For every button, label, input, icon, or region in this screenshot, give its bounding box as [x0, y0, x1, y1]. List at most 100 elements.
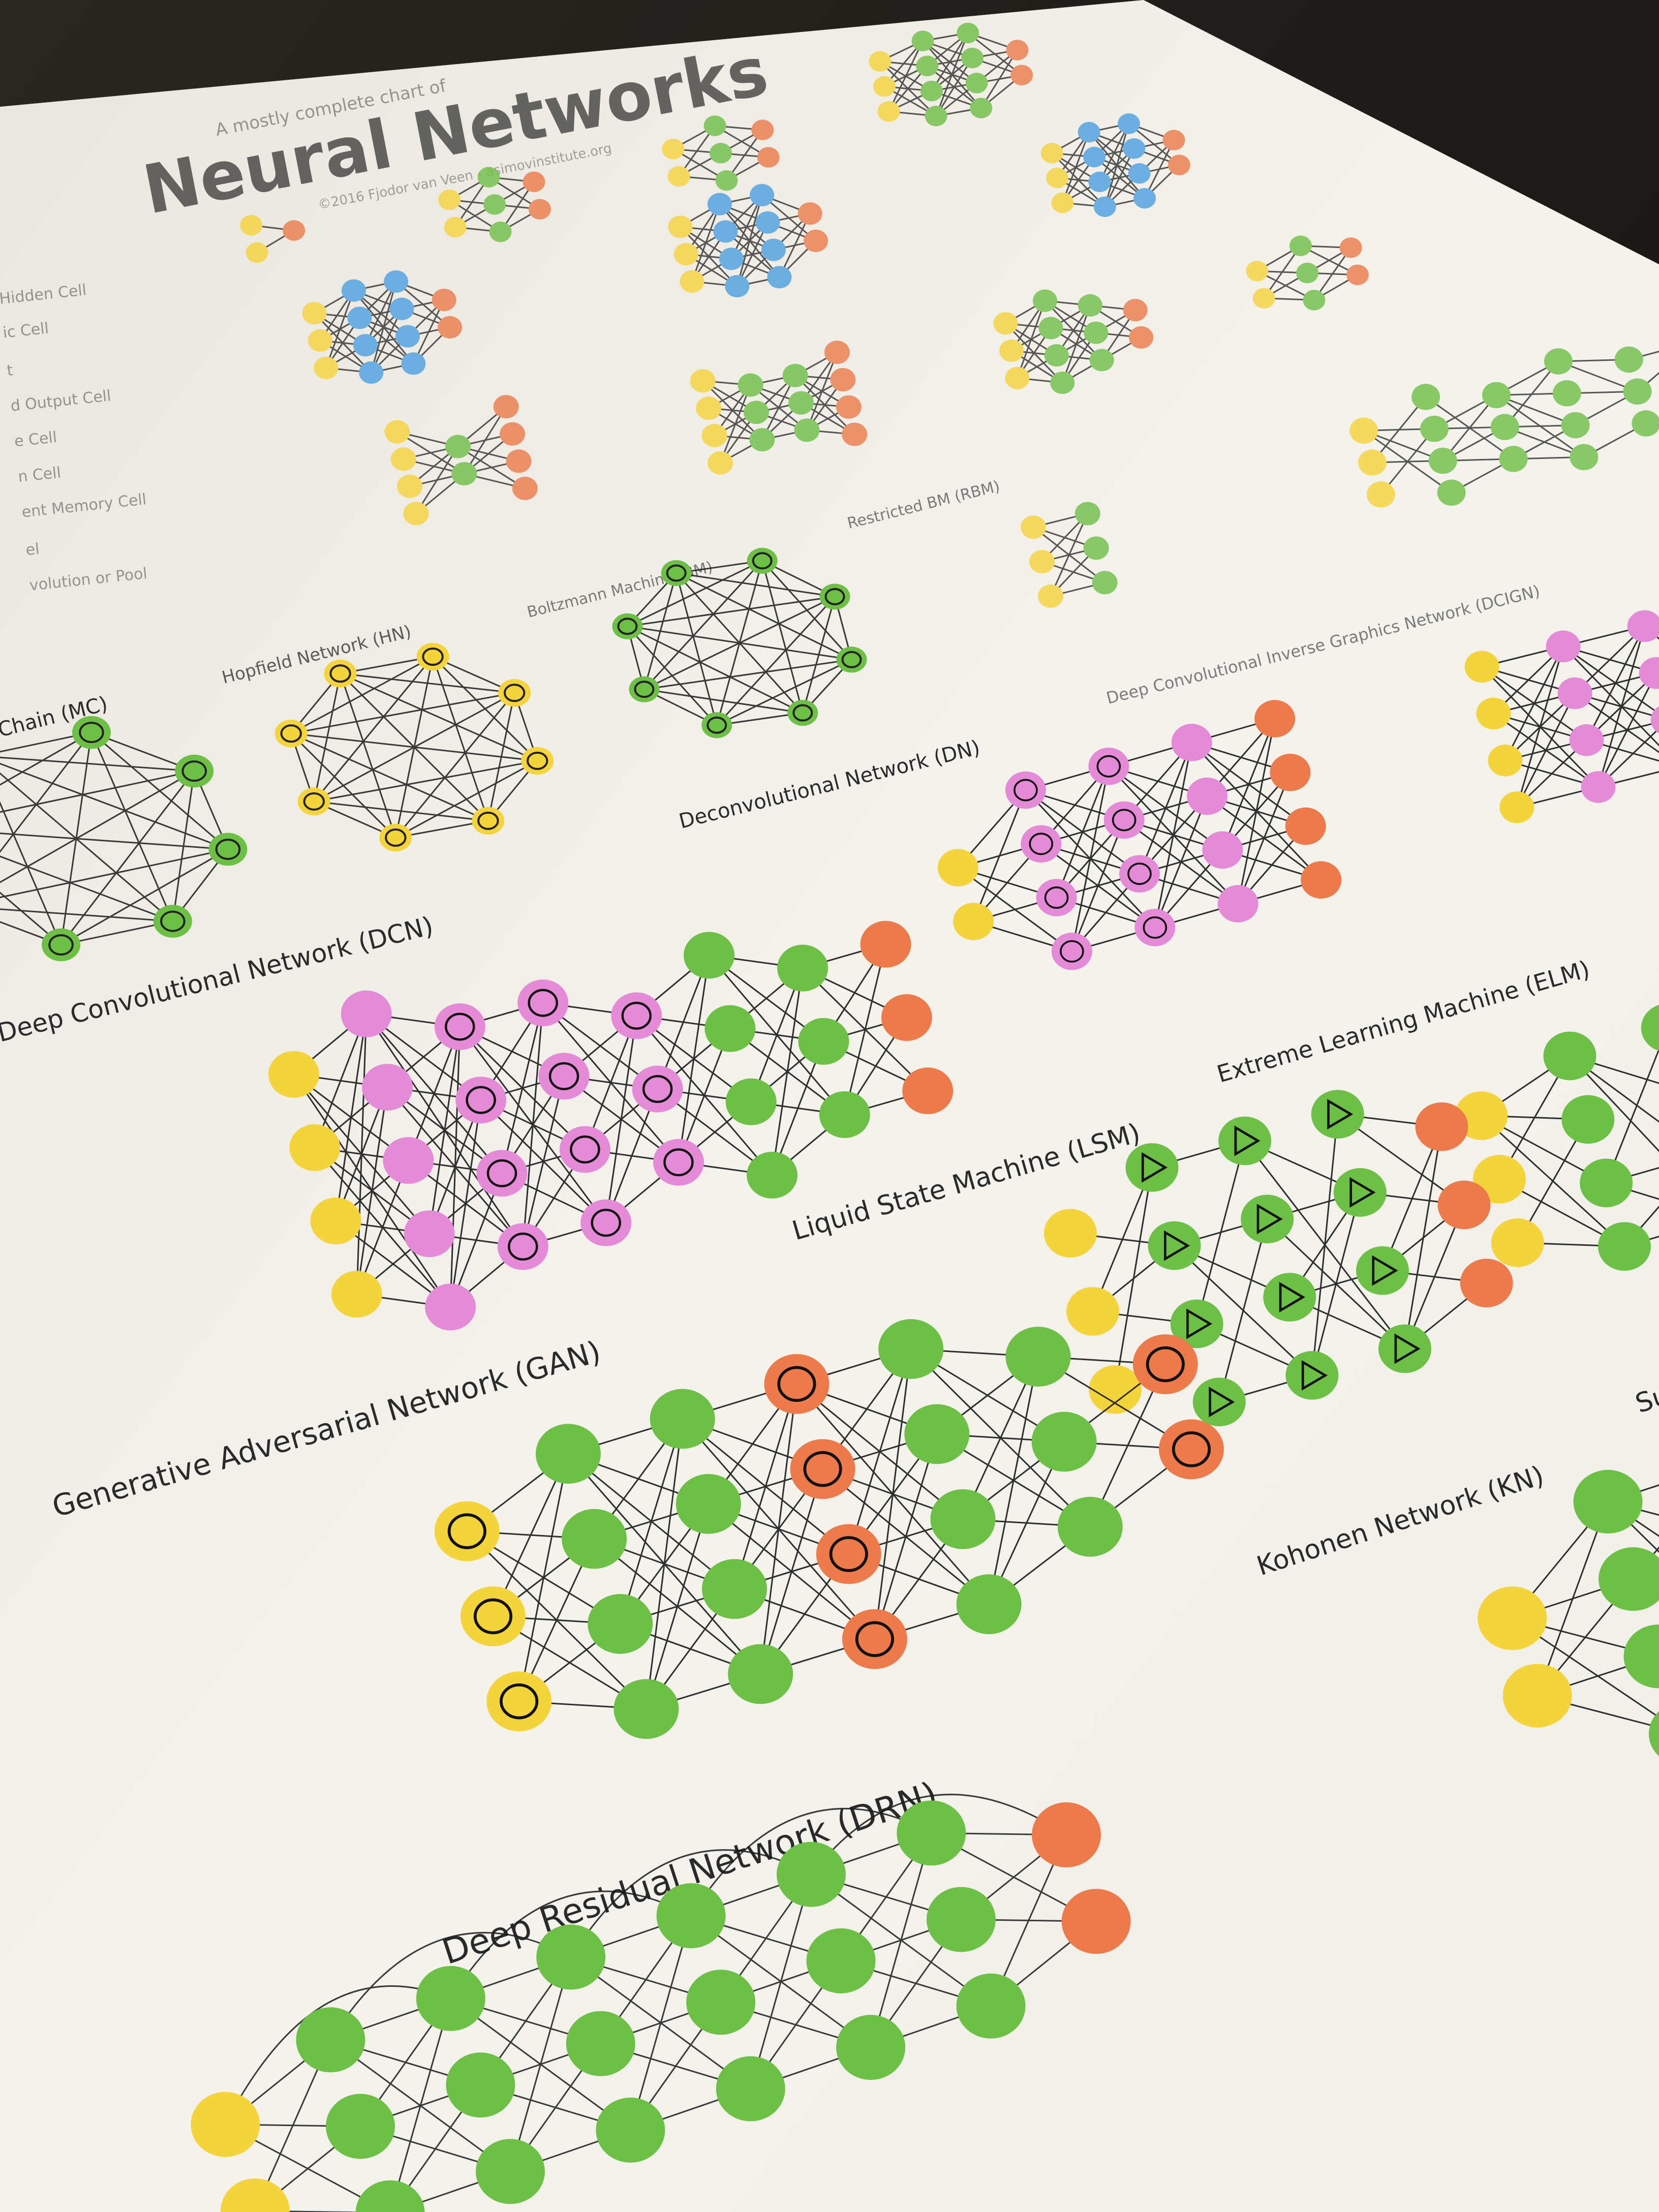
node [966, 73, 988, 93]
node [477, 1150, 528, 1196]
node [657, 1883, 726, 1948]
node [347, 306, 372, 329]
node [1340, 237, 1362, 258]
node [1544, 348, 1573, 375]
node [435, 1003, 485, 1050]
node [1123, 138, 1145, 159]
node [1052, 933, 1092, 970]
node [326, 2094, 395, 2159]
node [1378, 1325, 1431, 1373]
node [311, 1197, 361, 1244]
node [702, 424, 727, 447]
node [1311, 1090, 1364, 1139]
node [686, 1970, 755, 2035]
node [1285, 1351, 1338, 1400]
node [383, 1137, 434, 1184]
node [246, 242, 268, 263]
node [1349, 417, 1378, 444]
node [787, 700, 818, 726]
node [1187, 778, 1227, 815]
node [1263, 1273, 1316, 1322]
node [1021, 825, 1061, 863]
node [1078, 294, 1102, 317]
node [451, 462, 477, 485]
node [1246, 261, 1268, 281]
node [1499, 791, 1534, 823]
node [912, 30, 934, 51]
node [1491, 414, 1519, 440]
node [999, 340, 1024, 362]
node [1159, 1420, 1224, 1480]
node [612, 613, 642, 639]
node [1478, 1586, 1547, 1650]
node [191, 2092, 260, 2157]
node [1465, 651, 1499, 683]
node [72, 716, 111, 749]
node [42, 929, 80, 962]
node [476, 2139, 545, 2204]
node [1482, 382, 1511, 409]
node [668, 216, 693, 238]
node [777, 945, 828, 992]
node [1218, 885, 1258, 923]
node [747, 548, 778, 574]
node [804, 230, 828, 252]
node [1051, 193, 1073, 213]
node [1358, 449, 1387, 476]
node [1477, 698, 1511, 730]
node [881, 994, 932, 1041]
node [708, 451, 733, 475]
node [362, 1064, 413, 1111]
node [824, 341, 850, 364]
node [897, 1800, 966, 1865]
node [1561, 412, 1590, 439]
node [756, 211, 780, 234]
node [1429, 448, 1457, 474]
node [1050, 372, 1074, 394]
node [777, 1842, 846, 1907]
node [1033, 290, 1057, 312]
photo-canvas: A mostly complete chart of Neural Networ… [0, 0, 1659, 2212]
node [1303, 290, 1325, 310]
node [710, 143, 732, 163]
node [486, 1671, 551, 1731]
node [416, 1966, 485, 2031]
node [1546, 631, 1581, 663]
node [653, 1139, 704, 1186]
node [837, 647, 867, 672]
node [1218, 1117, 1271, 1165]
node [757, 147, 780, 167]
node [1623, 378, 1652, 405]
node [869, 51, 891, 72]
node [704, 1005, 755, 1052]
node [1084, 536, 1109, 560]
node [1005, 772, 1046, 809]
node [1301, 861, 1341, 899]
node [744, 401, 769, 424]
node [1168, 155, 1190, 175]
node [1241, 1195, 1294, 1244]
node [397, 475, 422, 498]
node [500, 422, 525, 446]
node [1125, 1143, 1178, 1192]
node [268, 1051, 319, 1098]
node [1118, 113, 1140, 134]
node [957, 1974, 1026, 2039]
node [790, 1439, 855, 1499]
node [701, 712, 732, 738]
node [1356, 1246, 1409, 1295]
node [1092, 571, 1118, 594]
node [359, 361, 383, 384]
node [1411, 384, 1440, 410]
node [1420, 416, 1449, 442]
node [696, 396, 721, 420]
node [1270, 754, 1310, 791]
node [1066, 1287, 1119, 1336]
node [916, 56, 938, 76]
node [401, 352, 425, 375]
node [816, 1524, 881, 1584]
node [175, 755, 213, 788]
node [539, 1053, 590, 1099]
node [483, 194, 506, 214]
node [331, 1271, 382, 1317]
